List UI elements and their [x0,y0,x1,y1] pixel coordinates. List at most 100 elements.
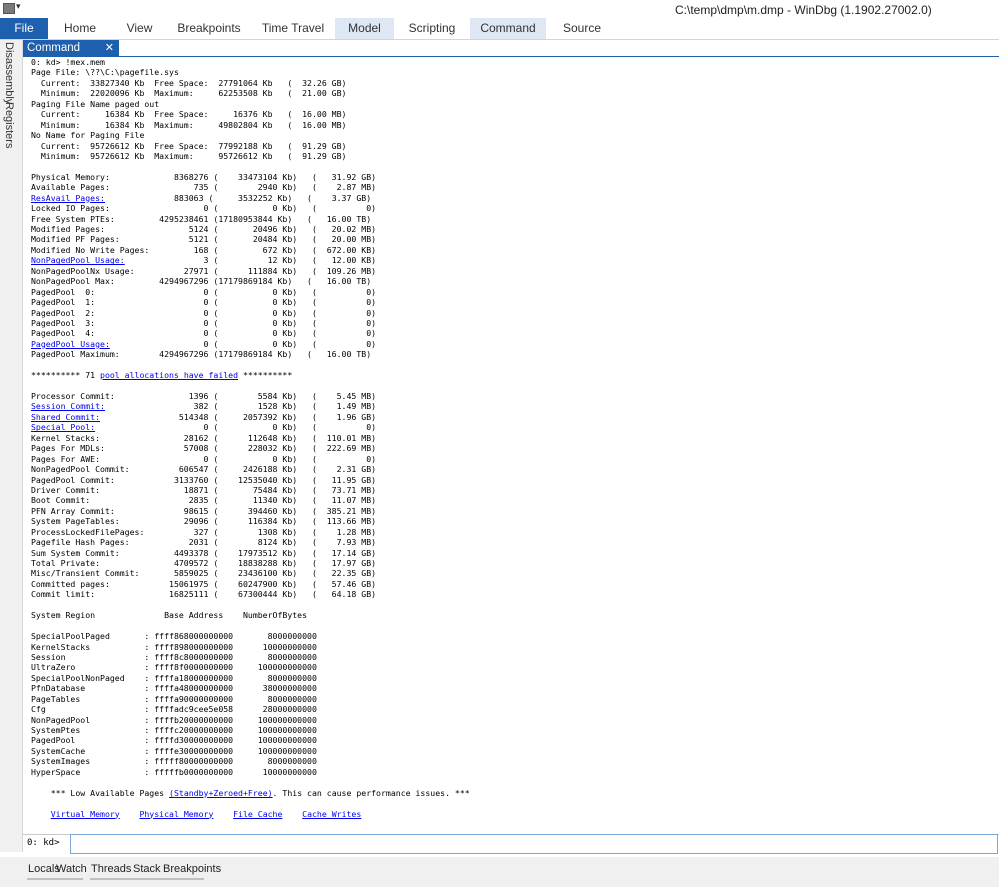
tab-model[interactable]: Model [335,18,394,39]
output-line: SystemCache : ffffe30000000000 100000000… [31,745,317,756]
close-icon[interactable]: ✕ [105,40,114,56]
output-line: PagedPool 3: 0 ( 0 Kb) ( 0) [31,317,377,328]
output-line: PagedPool Maximum: 4294967296 (171798691… [31,349,372,360]
output-line: Total Private: 4709572 ( 18838288 Kb) ( … [31,558,377,568]
link-pagedpool-usage[interactable]: PagedPool Usage: [31,339,110,349]
output-line: Page File: \??\C:\pagefile.sys [31,67,179,78]
output-line: SpecialPoolPaged : ffff868000000000 8000… [31,631,317,642]
output-line: 0: kd> !mex.mem [31,57,105,67]
bottom-tab-group-line [90,878,204,880]
output-line: Boot Commit: 2835 ( 11340 Kb) ( 11.07 MB… [31,495,377,506]
output-line: Paging File Name paged out [31,98,160,109]
tab-file[interactable]: File [0,18,48,39]
output-line: Current: 95726612 Kb Free Space: 7799218… [31,140,347,151]
quick-access-dropdown-icon[interactable]: ▾ [16,1,21,12]
output-line: KernelStacks : ffff898000000000 10000000… [31,641,317,652]
output-line: NonPagedPool Usage: 3 ( 12 Kb) ( 12.00 K… [31,255,377,266]
output-line: Session Commit: 382 ( 1528 Kb) ( 1.49 MB… [31,401,377,412]
output-line: PagedPool Usage: 0 ( 0 Kb) ( 0) [31,338,377,349]
tab-disassembly[interactable]: Disassembly [3,42,15,104]
output-line: Physical Memory: 8368276 ( 33473104 Kb) … [31,171,377,182]
output-line: Locked IO Pages: 0 ( 0 Kb) ( 0) [31,203,377,214]
command-output: 0: kd> !mex.mem Page File: \??\C:\pagefil… [31,57,981,827]
output-line: PfnDatabase : ffffa48000000000 380000000… [31,683,317,694]
link-cache-writes[interactable]: Cache Writes [302,809,361,819]
tab-home[interactable]: Home [48,18,112,39]
link-physical-memory[interactable]: Physical Memory [139,809,213,819]
output-line: Pagefile Hash Pages: 2031 ( 8124 Kb) ( 7… [31,537,377,548]
output-line: SystemImages : fffff80000000000 80000000… [31,756,317,767]
output-line: Pages For AWE: 0 ( 0 Kb) ( 0) [31,453,377,464]
bottom-tab-group-line [27,878,83,880]
output-line: Current: 33827340 Kb Free Space: 2779106… [31,77,347,88]
tab-breakpoints[interactable]: Breakpoints [167,18,251,39]
left-tool-strip: Disassembly Registers [0,40,23,852]
link-special-pool[interactable]: Special Pool: [31,422,95,432]
link-pool-allocations-have-failed[interactable]: pool allocations have failed [100,370,238,380]
tab-breakpoints-bottom[interactable]: Breakpoints [163,863,221,875]
tab-registers[interactable]: Registers [3,102,15,148]
tab-scripting[interactable]: Scripting [394,18,470,39]
output-line: NonPagedPool Max: 4294967296 (1717986918… [31,276,372,287]
output-line: No Name for Paging File [31,130,145,141]
window-title: C:\temp\dmp\m.dmp - WinDbg (1.1902.27002… [675,3,932,17]
output-line: System PageTables: 29096 ( 116384 Kb) ( … [31,516,377,527]
output-line: Modified Pages: 5124 ( 20496 Kb) ( 20.02… [31,224,377,234]
output-line: Minimum: 16384 Kb Maximum: 49802804 Kb (… [31,119,347,130]
output-line: SystemPtes : ffffc20000000000 1000000000… [31,725,317,735]
output-line: Driver Commit: 18871 ( 75484 Kb) ( 73.71… [31,484,377,495]
output-line: SpecialPoolNonPaged : ffffa18000000000 8… [31,672,317,683]
document-tab-command[interactable]: Command ✕ [23,40,119,56]
output-line: NonPagedPool : ffffb20000000000 10000000… [31,714,317,725]
output-line: Session : ffff8c8000000000 8000000000 [31,651,317,662]
output-line: Sum System Commit: 4493378 ( 17973512 Kb… [31,547,377,558]
output-line: ProcessLockedFilePages: 327 ( 1308 Kb) (… [31,526,377,537]
output-line: Misc/Transient Commit: 5859025 ( 2343610… [31,568,377,579]
output-line: PFN Array Commit: 98615 ( 394460 Kb) ( 3… [31,505,377,516]
tab-time-travel[interactable]: Time Travel [251,18,335,39]
output-line: ********** 71 pool allocations have fail… [31,370,293,381]
link-virtual-memory[interactable]: Virtual Memory [51,809,120,819]
link-file-cache[interactable]: File Cache [233,809,282,819]
output-line: NonPagedPool Commit: 606547 ( 2426188 Kb… [31,464,377,475]
app-icon[interactable] [3,3,15,14]
output-line: Virtual Memory Physical Memory File Cach… [31,809,981,819]
link-resavail-pages[interactable]: ResAvail Pages: [31,193,105,203]
bottom-tab-bar: Locals Watch Threads Stack Breakpoints [0,857,999,887]
output-line: Pages For MDLs: 57008 ( 228032 Kb) ( 222… [31,443,377,454]
tab-command[interactable]: Command [470,18,546,39]
title-bar: ▾ C:\temp\dmp\m.dmp - WinDbg (1.1902.270… [0,0,999,18]
output-line: PagedPool 0: 0 ( 0 Kb) ( 0) [31,286,377,297]
output-line: Commit limit: 16825111 ( 67300444 Kb) ( … [31,589,377,600]
ribbon-tabs: File Home View Breakpoints Time Travel M… [0,18,999,40]
output-line: PagedPool 4: 0 ( 0 Kb) ( 0) [31,328,377,339]
tab-view[interactable]: View [112,18,167,39]
output-line: Special Pool: 0 ( 0 Kb) ( 0) [31,422,377,433]
output-line: System Region Base Address NumberOfBytes [31,610,308,621]
output-line: PagedPool 2: 0 ( 0 Kb) ( 0) [31,307,377,318]
tab-stack[interactable]: Stack [133,863,161,875]
link-nonpagedpool-usage[interactable]: NonPagedPool Usage: [31,255,125,265]
link-session-commit[interactable]: Session Commit: [31,401,105,411]
output-line: PagedPool Commit: 3133760 ( 12535040 Kb)… [31,474,377,485]
tab-watch[interactable]: Watch [56,863,87,875]
output-line: PagedPool 1: 0 ( 0 Kb) ( 0) [31,297,377,308]
output-line: Processor Commit: 1396 ( 5584 Kb) ( 5.45… [31,391,377,401]
output-line: Cfg : ffffadc9cee5e058 28000000000 [31,704,317,715]
link-standby-zeroed-free[interactable]: (Standby+Zeroed+Free) [169,788,273,798]
command-input[interactable] [70,834,998,854]
output-line: Modified No Write Pages: 168 ( 672 Kb) (… [31,244,377,255]
tab-threads[interactable]: Threads [91,863,131,875]
output-line: PagedPool : ffffd30000000000 10000000000… [31,735,317,746]
output-line: HyperSpace : fffffb0000000000 1000000000… [31,766,317,777]
link-shared-commit[interactable]: Shared Commit: [31,412,100,422]
output-line: Free System PTEs: 4295238461 (1718095384… [31,213,372,224]
output-line: ResAvail Pages: 883063 ( 3532252 Kb) ( 3… [31,192,372,203]
tab-source[interactable]: Source [546,18,618,39]
